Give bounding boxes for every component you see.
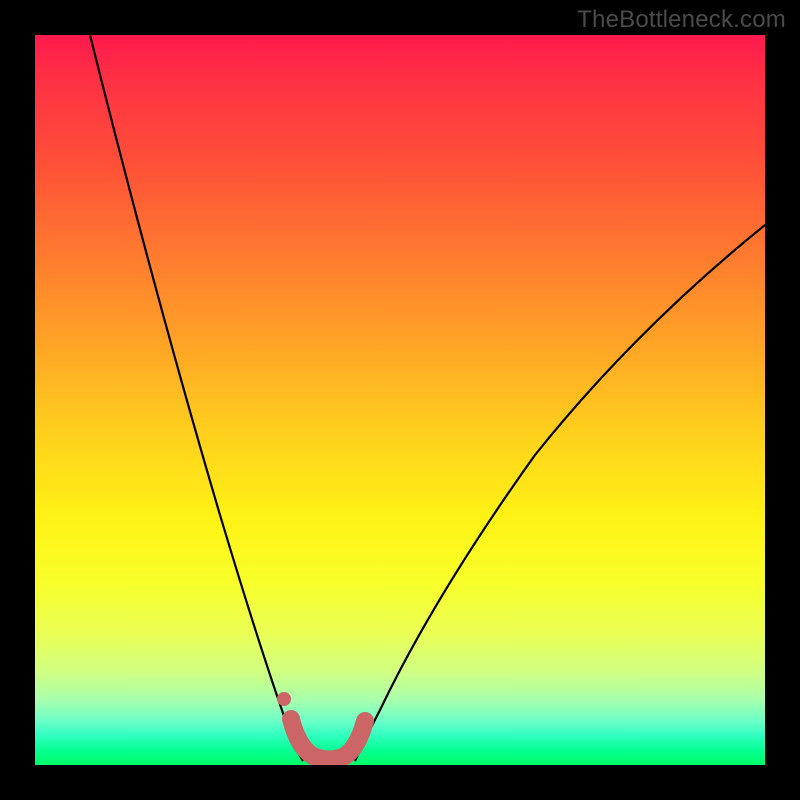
valley-marker	[291, 719, 365, 760]
curve-right	[355, 225, 765, 761]
curves-svg	[35, 35, 765, 765]
curve-left	[90, 35, 303, 761]
plot-area	[35, 35, 765, 765]
watermark-text: TheBottleneck.com	[577, 6, 786, 34]
valley-dot	[277, 692, 291, 706]
chart-frame: TheBottleneck.com	[0, 0, 800, 800]
